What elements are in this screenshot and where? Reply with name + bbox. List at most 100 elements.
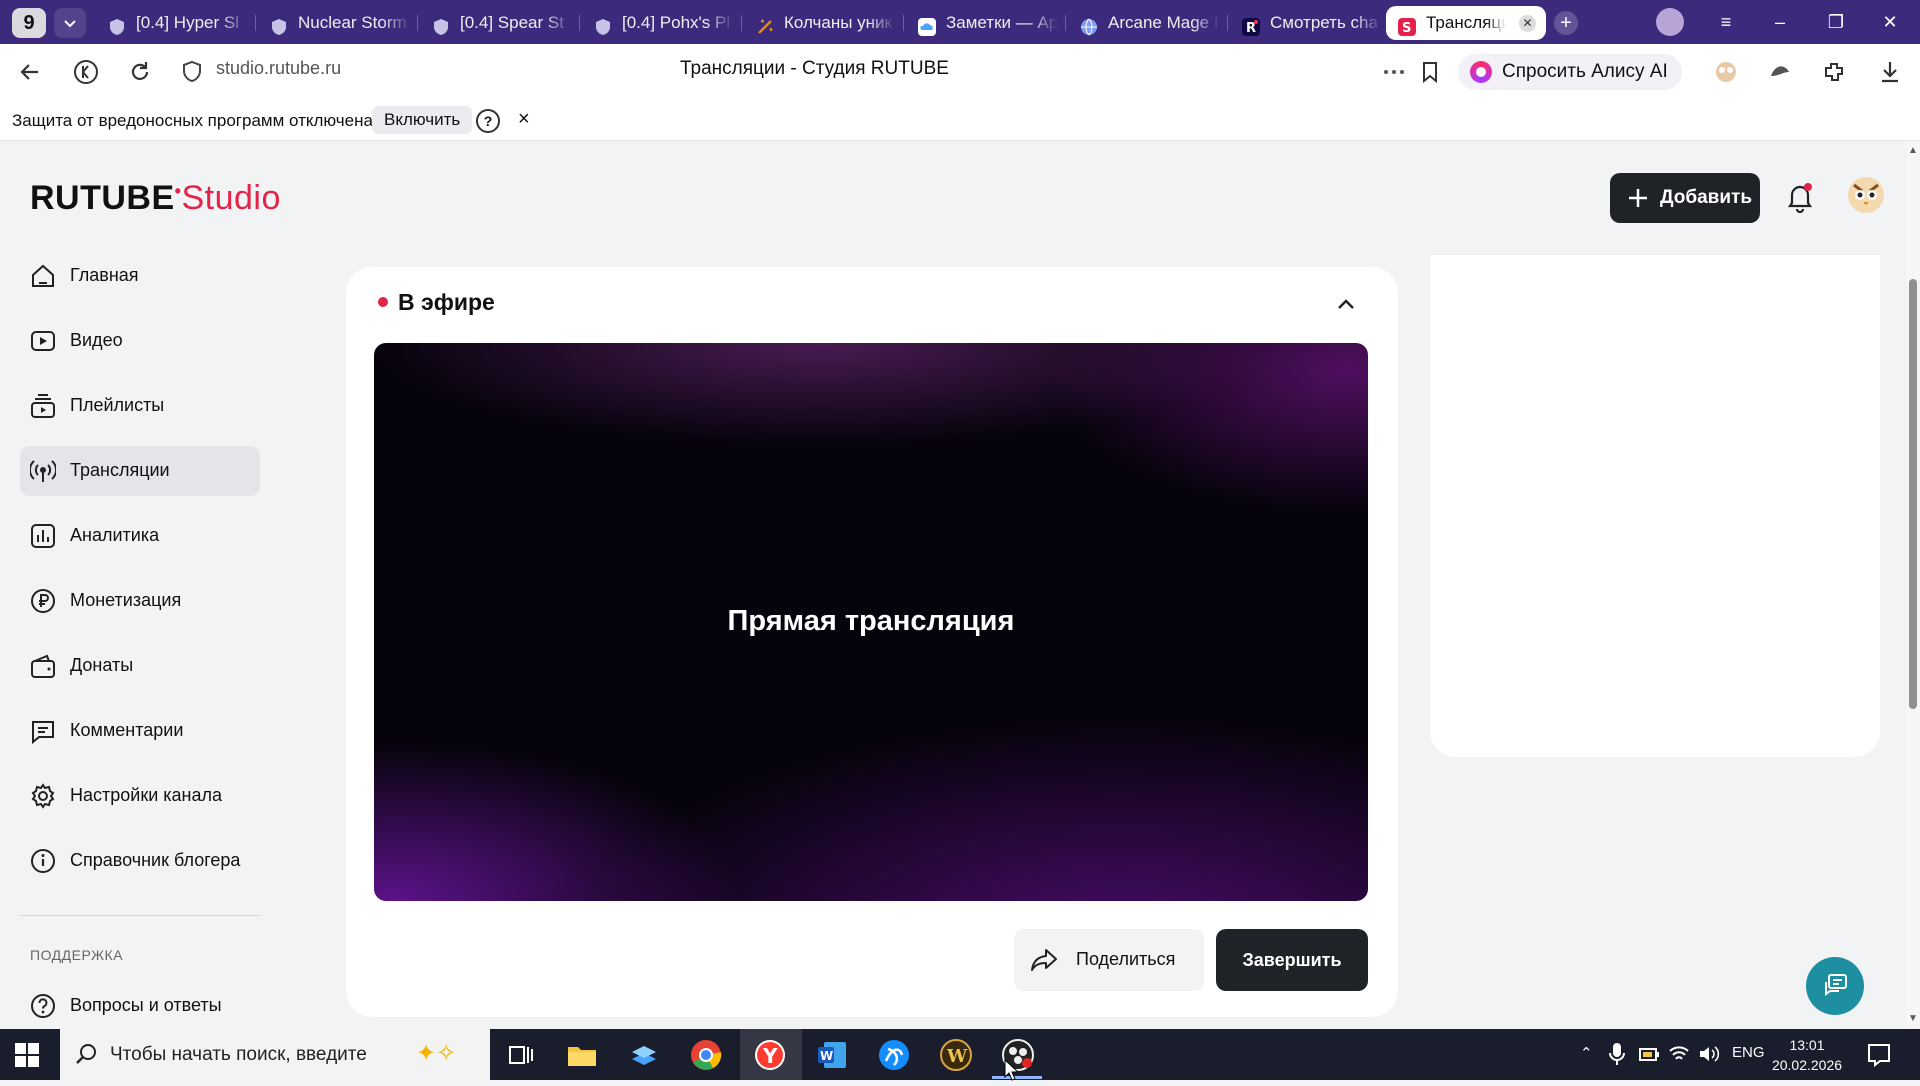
task-view-icon[interactable] xyxy=(502,1037,538,1073)
sidebar-item-donations[interactable]: Донаты xyxy=(20,641,260,691)
page-scrollbar[interactable]: ▲ ▼ xyxy=(1906,141,1920,1029)
svg-text:W: W xyxy=(946,1046,968,1067)
browser-tab-6[interactable]: Заметки — Ар xyxy=(906,6,1066,40)
microphone-icon[interactable] xyxy=(1608,1042,1626,1066)
taskbar-clock[interactable]: 13:01 20.02.2026 xyxy=(1762,1035,1852,1075)
new-tab-button[interactable]: + xyxy=(1554,11,1578,35)
sidebar-item-broadcasts[interactable]: Трансляции xyxy=(20,446,260,496)
chevron-up-icon[interactable] xyxy=(1334,293,1358,317)
extension-owl-icon[interactable] xyxy=(1712,58,1740,86)
back-icon[interactable] xyxy=(16,58,44,86)
language-indicator[interactable]: ENG xyxy=(1732,1044,1765,1061)
battery-icon[interactable] xyxy=(1638,1043,1660,1065)
enable-protection-button[interactable]: Включить xyxy=(372,106,473,134)
user-avatar[interactable] xyxy=(1848,177,1884,213)
sidebar-item-channel-settings[interactable]: Настройки канала xyxy=(20,771,260,821)
sidebar-item-video[interactable]: Видео xyxy=(20,316,260,366)
svg-text:Y: Y xyxy=(762,1044,778,1068)
profile-avatar[interactable] xyxy=(1656,8,1684,36)
support-heading: ПОДДЕРЖКА xyxy=(30,947,124,963)
end-broadcast-button[interactable]: Завершить xyxy=(1216,929,1368,991)
url-field[interactable]: studio.rutube.ru xyxy=(216,58,341,79)
svg-text:W: W xyxy=(820,1049,833,1063)
yandex-icon[interactable] xyxy=(72,58,100,86)
shield-icon xyxy=(108,14,126,35)
chevron-down-icon xyxy=(62,15,78,31)
cloud-icon xyxy=(918,14,936,36)
live-status-title: В эфире xyxy=(378,289,495,316)
browser-tab-active[interactable]: S Трансляции ✕ xyxy=(1386,6,1546,40)
ruble-icon xyxy=(30,588,56,614)
tab-count-badge[interactable]: 9 xyxy=(12,8,46,38)
word-icon[interactable]: W xyxy=(814,1037,850,1073)
share-button[interactable]: Поделиться xyxy=(1014,929,1204,991)
wow-icon[interactable]: W xyxy=(938,1037,974,1073)
sidebar-item-faq[interactable]: Вопросы и ответы xyxy=(20,981,260,1029)
browser-tab-2[interactable]: Nuclear Storm xyxy=(258,6,418,40)
sparkle-icon: ✦✧ xyxy=(416,1040,457,1067)
close-window-icon[interactable]: ✕ xyxy=(1870,8,1910,36)
sidebar-item-home[interactable]: Главная xyxy=(20,251,260,301)
browser-tab-strip: 9 [0.4] Hyper Sl Nuclear Storm [0.4] Spe… xyxy=(0,0,1920,44)
bookmark-icon[interactable] xyxy=(1416,58,1444,86)
tab-list-dropdown[interactable] xyxy=(54,8,86,38)
scroll-up-arrow[interactable]: ▲ xyxy=(1908,145,1918,156)
browser-tab-1[interactable]: [0.4] Hyper Sl xyxy=(96,6,256,40)
scroll-thumb[interactable] xyxy=(1909,279,1917,709)
shield-icon xyxy=(432,14,450,35)
comment-icon xyxy=(30,718,56,744)
wifi-icon[interactable] xyxy=(1668,1043,1690,1065)
scroll-down-arrow[interactable]: ▼ xyxy=(1908,1013,1918,1024)
file-explorer-icon[interactable] xyxy=(564,1037,600,1073)
close-tab-icon[interactable]: ✕ xyxy=(1519,15,1536,32)
yandex-browser-icon[interactable]: Y xyxy=(752,1037,788,1073)
live-video-player[interactable]: Прямая трансляция xyxy=(374,343,1368,901)
extension-vpn-icon[interactable] xyxy=(1766,58,1794,86)
restore-icon[interactable]: ❐ xyxy=(1816,8,1856,36)
battlenet-icon[interactable] xyxy=(876,1037,912,1073)
sidebar-item-playlists[interactable]: Плейлисты xyxy=(20,381,260,431)
reload-icon[interactable] xyxy=(126,58,154,86)
browser-tab-8[interactable]: R Смотреть cha xyxy=(1230,6,1390,40)
protection-text: Защита от вредоносных программ отключена xyxy=(12,111,373,130)
close-infobar-icon[interactable]: × xyxy=(518,108,530,131)
support-chat-button[interactable] xyxy=(1806,957,1864,1015)
browser-menu-icon[interactable]: ≡ xyxy=(1706,8,1746,36)
broadcast-icon xyxy=(30,458,56,484)
site-info-icon[interactable] xyxy=(180,60,208,88)
share-icon xyxy=(1030,947,1058,973)
volume-icon[interactable] xyxy=(1698,1043,1720,1065)
browser-tab-4[interactable]: [0.4] Pohx's Pl xyxy=(582,6,742,40)
side-info-panel xyxy=(1430,255,1880,757)
tray-expand-icon[interactable]: ⌃ xyxy=(1580,1044,1593,1062)
add-button[interactable]: Добавить xyxy=(1610,173,1760,223)
minimize-icon[interactable]: – xyxy=(1760,8,1800,36)
wallet-icon xyxy=(30,653,56,679)
extensions-icon[interactable] xyxy=(1820,58,1848,86)
ask-alice-button[interactable]: Спросить Алису AI xyxy=(1458,54,1682,90)
app-stack-icon[interactable] xyxy=(626,1037,662,1073)
mouse-cursor-icon xyxy=(1004,1058,1020,1086)
home-icon xyxy=(30,263,56,289)
chrome-icon[interactable] xyxy=(688,1037,724,1073)
rutube-studio-logo[interactable]: RUTUBE•Studio xyxy=(30,179,281,218)
browser-tab-7[interactable]: Arcane Mage I xyxy=(1068,6,1228,40)
download-icon[interactable] xyxy=(1876,58,1904,86)
playlist-icon xyxy=(30,393,56,419)
globe-icon xyxy=(1080,14,1098,36)
notification-bell-icon[interactable] xyxy=(1785,181,1815,213)
sidebar-item-monetization[interactable]: Монетизация xyxy=(20,576,260,626)
browser-tab-5[interactable]: Колчаны уник xyxy=(744,6,904,40)
sidebar-item-blogger-guide[interactable]: Справочник блогера xyxy=(20,836,260,886)
windows-start-icon[interactable] xyxy=(14,1042,40,1068)
notification-center-icon[interactable] xyxy=(1866,1042,1892,1068)
sidebar-item-comments[interactable]: Комментарии xyxy=(20,706,260,756)
search-icon xyxy=(74,1042,98,1066)
browser-tab-3[interactable]: [0.4] Spear St xyxy=(420,6,580,40)
sidebar-item-analytics[interactable]: Аналитика xyxy=(20,511,260,561)
svg-text:S: S xyxy=(1402,21,1411,36)
alice-icon xyxy=(1470,61,1492,83)
taskbar-search[interactable]: Чтобы начать поиск, введите ✦✧ xyxy=(60,1029,490,1080)
help-icon[interactable]: ? xyxy=(476,109,500,133)
more-icon[interactable] xyxy=(1380,58,1408,86)
